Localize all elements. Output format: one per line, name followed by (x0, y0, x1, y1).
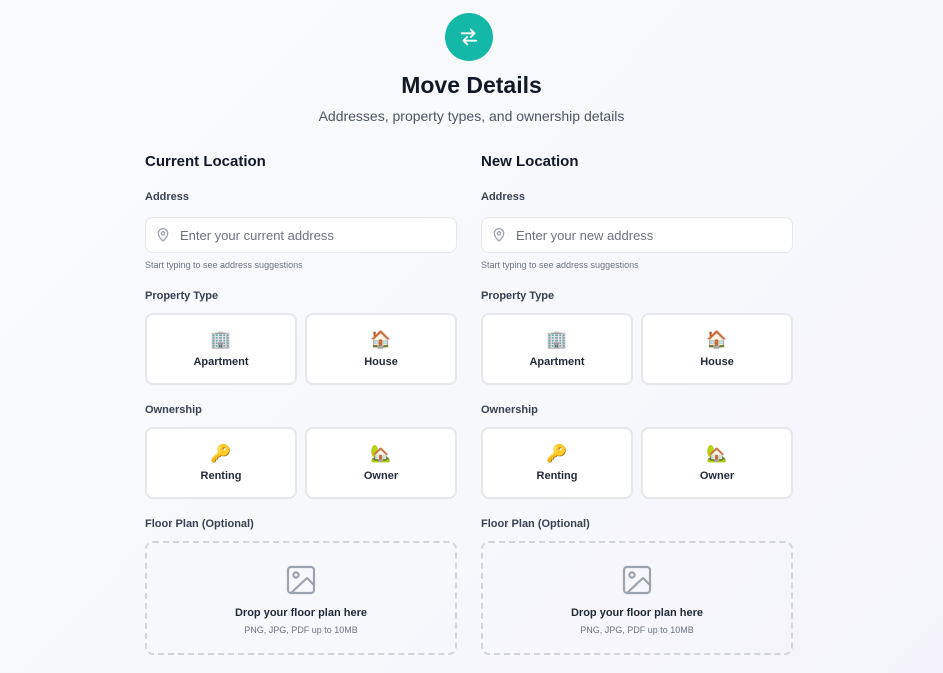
current-house-option[interactable]: 🏠 House (305, 313, 457, 385)
new-renting-option[interactable]: 🔑 Renting (481, 427, 633, 499)
key-icon: 🔑 (546, 444, 568, 464)
current-address-label: Address (145, 191, 190, 203)
current-floor-plan-dropzone[interactable]: Drop your floor plan here PNG, JPG, PDF … (145, 541, 457, 655)
current-ownership-label: Ownership (145, 404, 202, 416)
new-property-type-label: Property Type (481, 290, 555, 302)
option-label: Apartment (193, 356, 249, 368)
page-subtitle: Addresses, property types, and ownership… (318, 108, 625, 124)
house-icon: 🏠 (370, 330, 392, 350)
dropzone-hint: PNG, JPG, PDF up to 10MB (580, 625, 694, 635)
dropzone-title: Drop your floor plan here (570, 607, 703, 619)
current-location-section: Current Location Address Start typing to… (145, 0, 457, 673)
current-property-type-label: Property Type (145, 290, 219, 302)
current-floor-plan-label: Floor Plan (Optional) (145, 518, 254, 530)
new-house-option[interactable]: 🏠 House (641, 313, 793, 385)
page-title: Move Details (401, 72, 542, 98)
current-renting-option[interactable]: 🔑 Renting (145, 427, 297, 499)
option-label: Apartment (529, 356, 585, 368)
current-address-field[interactable] (145, 217, 457, 253)
new-apartment-option[interactable]: 🏢 Apartment (481, 313, 633, 385)
current-location-title: Current Location (145, 153, 266, 170)
option-label: Owner (363, 470, 399, 482)
new-address-input[interactable] (516, 227, 786, 243)
current-owner-option[interactable]: 🏡 Owner (305, 427, 457, 499)
new-address-field[interactable] (481, 217, 793, 253)
new-owner-option[interactable]: 🏡 Owner (641, 427, 793, 499)
option-label: House (364, 356, 398, 368)
option-label: Owner (699, 470, 735, 482)
new-ownership-label: Ownership (481, 404, 538, 416)
location-pin-icon (491, 227, 507, 243)
current-address-input[interactable] (180, 227, 450, 243)
house-with-garden-icon: 🏡 (706, 444, 728, 464)
apartment-building-icon: 🏢 (210, 330, 232, 350)
current-apartment-option[interactable]: 🏢 Apartment (145, 313, 297, 385)
apartment-building-icon: 🏢 (546, 330, 568, 350)
key-icon: 🔑 (210, 444, 232, 464)
new-location-title: New Location (481, 153, 579, 170)
new-location-section: New Location Address Start typing to see… (481, 0, 793, 673)
dropzone-hint: PNG, JPG, PDF up to 10MB (244, 625, 358, 635)
option-label: House (700, 356, 734, 368)
new-floor-plan-label: Floor Plan (Optional) (481, 518, 590, 530)
image-icon (285, 564, 317, 596)
option-label: Renting (536, 470, 578, 482)
new-address-hint: Start typing to see address suggestions (481, 260, 639, 270)
new-floor-plan-dropzone[interactable]: Drop your floor plan here PNG, JPG, PDF … (481, 541, 793, 655)
house-icon: 🏠 (706, 330, 728, 350)
current-address-hint: Start typing to see address suggestions (145, 260, 303, 270)
location-pin-icon (155, 227, 171, 243)
new-address-label: Address (481, 191, 526, 203)
dropzone-title: Drop your floor plan here (234, 607, 367, 619)
option-label: Renting (200, 470, 242, 482)
image-icon (621, 564, 653, 596)
house-with-garden-icon: 🏡 (370, 444, 392, 464)
